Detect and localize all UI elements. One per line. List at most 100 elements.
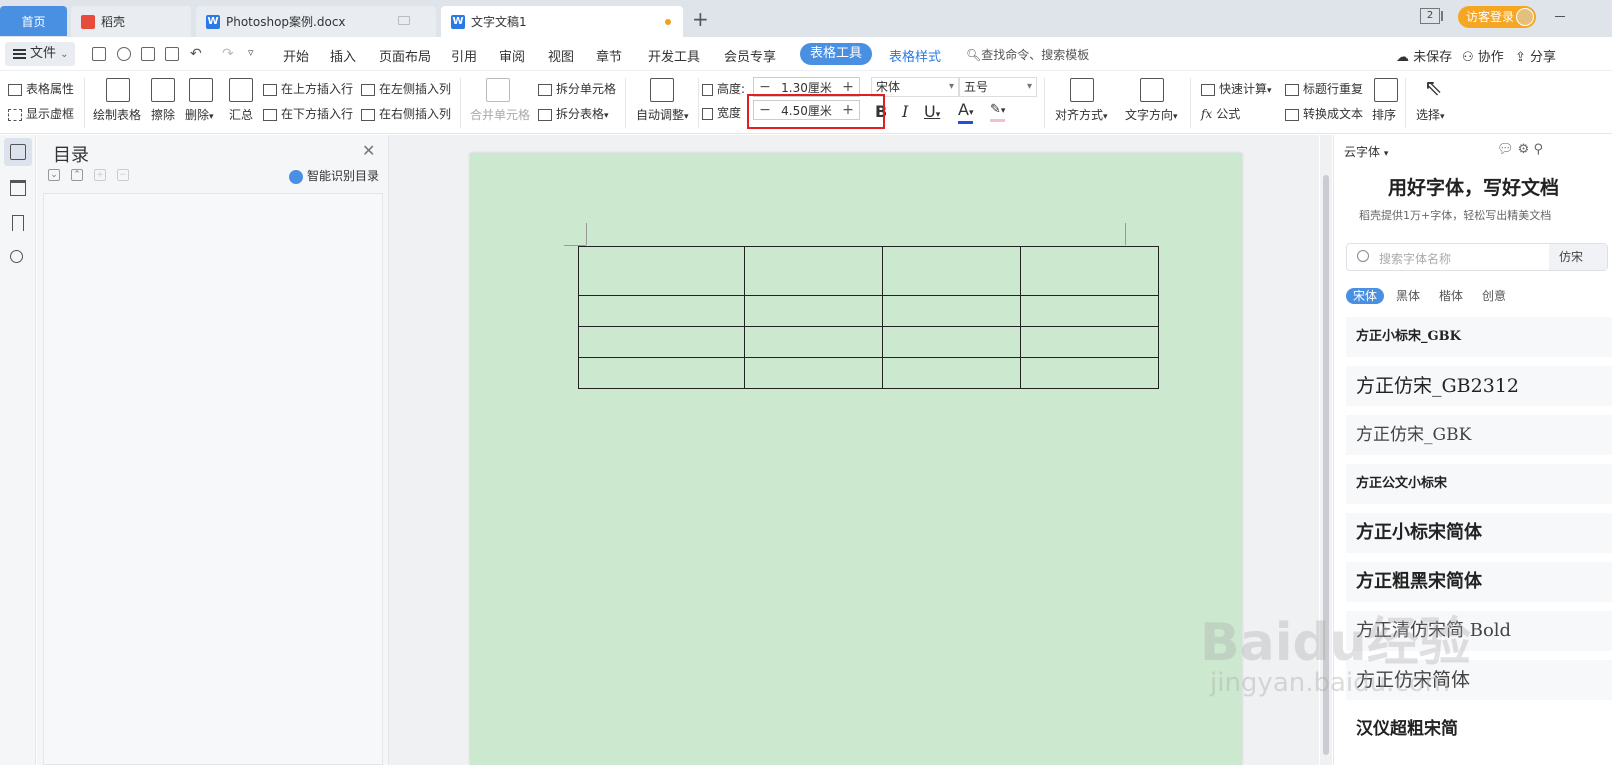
font-item[interactable]: 方正粗黑宋简体 bbox=[1346, 562, 1612, 602]
pin-icon[interactable]: ⚲ bbox=[1533, 142, 1543, 157]
select-button[interactable]: 选择▾ bbox=[1416, 106, 1445, 123]
table-cell[interactable] bbox=[882, 357, 1021, 389]
draw-table-button[interactable]: 绘制表格 bbox=[93, 106, 141, 123]
delete-button[interactable]: 删除▾ bbox=[185, 106, 214, 123]
font-search-input[interactable]: 搜索字体名称 仿宋 bbox=[1346, 243, 1608, 271]
table-cell[interactable] bbox=[578, 246, 745, 296]
collab-button[interactable]: ⚇ 协作 bbox=[1462, 46, 1504, 65]
erase-button[interactable]: 擦除 bbox=[151, 106, 175, 123]
table-cell[interactable] bbox=[744, 246, 883, 296]
align-button[interactable]: 对齐方式▾ bbox=[1055, 106, 1108, 123]
split-table-button[interactable]: 拆分表格▾ bbox=[538, 105, 609, 122]
document-page[interactable] bbox=[470, 153, 1242, 765]
table-cell[interactable] bbox=[1020, 326, 1159, 358]
chapter-icon[interactable] bbox=[10, 180, 26, 196]
insert-below-button[interactable]: 在下方插入行 bbox=[263, 105, 353, 122]
formula-button[interactable]: fx 公式 bbox=[1201, 105, 1240, 122]
redo-icon[interactable]: ↷ bbox=[222, 46, 234, 62]
category-creative[interactable]: 创意 bbox=[1482, 287, 1506, 304]
cloud-font-dropdown[interactable]: 云字体 ▾ bbox=[1344, 143, 1388, 160]
table-cell[interactable] bbox=[744, 357, 883, 389]
height-decrease-button[interactable]: − bbox=[754, 79, 776, 95]
menu-insert[interactable]: 插入 bbox=[330, 46, 356, 65]
print-preview-icon[interactable] bbox=[165, 47, 179, 61]
remove-level-icon[interactable]: − bbox=[117, 169, 129, 181]
smart-toc-button[interactable]: 智能识别目录 bbox=[289, 167, 379, 184]
outline-icon[interactable] bbox=[10, 144, 26, 160]
merge-cells-button[interactable]: 合并单元格 bbox=[470, 106, 530, 123]
height-value[interactable]: 1.30厘米 bbox=[776, 79, 837, 96]
menu-table-tools[interactable]: 表格工具 bbox=[800, 43, 872, 65]
tab-daoke[interactable]: 稻壳 bbox=[71, 6, 191, 37]
font-item[interactable]: 方正仿宋_GBK bbox=[1346, 415, 1612, 455]
split-cell-button[interactable]: 拆分单元格 bbox=[538, 80, 616, 97]
minimize-button[interactable] bbox=[1555, 16, 1565, 17]
insert-left-button[interactable]: 在左侧插入列 bbox=[361, 80, 451, 97]
menu-page-layout[interactable]: 页面布局 bbox=[379, 46, 431, 65]
table-cell[interactable] bbox=[882, 295, 1021, 327]
font-color-button[interactable]: A▾ bbox=[958, 102, 974, 124]
table-cell[interactable] bbox=[578, 326, 745, 358]
command-search[interactable]: 🔍︎查找命令、搜索模板 bbox=[966, 46, 1089, 63]
font-item[interactable]: 方正仿宋_GB2312 bbox=[1346, 366, 1612, 406]
add-level-icon[interactable]: + bbox=[94, 169, 106, 181]
font-item[interactable]: 方正小标宋简体 bbox=[1346, 513, 1612, 553]
share-button[interactable]: ⇪ 分享 bbox=[1515, 46, 1556, 65]
format-painter-icon[interactable] bbox=[117, 47, 131, 61]
table-cell[interactable] bbox=[1020, 246, 1159, 296]
insert-right-button[interactable]: 在右侧插入列 bbox=[361, 105, 451, 122]
font-item[interactable]: 汉仪超粗宋简 bbox=[1346, 709, 1612, 749]
new-tab-button[interactable]: + bbox=[692, 9, 709, 29]
file-menu-button[interactable]: 文件 ⌄ bbox=[5, 42, 75, 66]
menu-review[interactable]: 审阅 bbox=[499, 46, 525, 65]
sort-button[interactable]: 排序 bbox=[1372, 106, 1396, 123]
undo-icon[interactable]: ↶ bbox=[190, 46, 202, 62]
chat-icon[interactable]: 💬︎ bbox=[1497, 142, 1514, 157]
window-count-badge[interactable]: 2 bbox=[1420, 8, 1443, 24]
italic-button[interactable]: I bbox=[902, 102, 908, 121]
category-hei[interactable]: 黑体 bbox=[1396, 287, 1420, 304]
gear-icon[interactable]: ⚙ bbox=[1518, 142, 1530, 157]
title-repeat-button[interactable]: 标题行重复 bbox=[1285, 80, 1363, 97]
height-increase-button[interactable]: + bbox=[837, 79, 859, 95]
print-icon[interactable] bbox=[141, 47, 155, 61]
tab-active-doc[interactable]: W 文字文稿1 bbox=[441, 6, 683, 37]
menu-view[interactable]: 视图 bbox=[548, 46, 574, 65]
font-item[interactable]: 方正公文小标宋 bbox=[1346, 464, 1612, 504]
font-search-tag[interactable]: 仿宋 bbox=[1549, 244, 1607, 270]
document-table[interactable] bbox=[578, 246, 1159, 389]
menu-start[interactable]: 开始 bbox=[283, 46, 309, 65]
search-icon[interactable] bbox=[10, 250, 23, 263]
to-text-button[interactable]: 转换成文本 bbox=[1285, 105, 1363, 122]
quick-access-more-icon[interactable]: ▿ bbox=[248, 46, 254, 59]
table-cell[interactable] bbox=[578, 357, 745, 389]
collapse-up-icon[interactable]: ⌃ bbox=[71, 169, 83, 181]
category-song[interactable]: 宋体 bbox=[1346, 287, 1385, 304]
menu-chapter[interactable]: 章节 bbox=[596, 46, 622, 65]
tab-photoshop-doc[interactable]: W Photoshop案例.docx bbox=[196, 6, 436, 37]
bookmark-icon[interactable] bbox=[12, 215, 24, 231]
expand-down-icon[interactable]: ⌄ bbox=[48, 169, 60, 181]
insert-above-button[interactable]: 在上方插入行 bbox=[263, 80, 353, 97]
text-direction-button[interactable]: 文字方向▾ bbox=[1125, 106, 1178, 123]
table-cell[interactable] bbox=[744, 295, 883, 327]
table-cell[interactable] bbox=[578, 295, 745, 327]
table-cell[interactable] bbox=[744, 326, 883, 358]
table-cell[interactable] bbox=[1020, 295, 1159, 327]
save-icon[interactable] bbox=[92, 47, 106, 61]
unsaved-button[interactable]: ☁ 未保存 bbox=[1396, 46, 1452, 65]
font-size-select[interactable]: 五号 bbox=[959, 77, 1037, 97]
show-grid-button[interactable]: 显示虚框 bbox=[8, 105, 74, 122]
close-icon[interactable]: ✕ bbox=[362, 141, 375, 160]
font-item[interactable]: 方正小标宋_GBK bbox=[1346, 317, 1612, 357]
table-cell[interactable] bbox=[1020, 357, 1159, 389]
menu-references[interactable]: 引用 bbox=[451, 46, 477, 65]
table-cell[interactable] bbox=[882, 326, 1021, 358]
highlight-button[interactable]: ✎▾ bbox=[990, 102, 1006, 122]
tab-home[interactable]: 首页 bbox=[0, 6, 67, 36]
menu-table-style[interactable]: 表格样式 bbox=[889, 46, 941, 65]
table-props-button[interactable]: 表格属性 bbox=[8, 80, 74, 97]
menu-member[interactable]: 会员专享 bbox=[724, 46, 776, 65]
table-cell[interactable] bbox=[882, 246, 1021, 296]
summary-button[interactable]: 汇总 bbox=[229, 106, 253, 123]
